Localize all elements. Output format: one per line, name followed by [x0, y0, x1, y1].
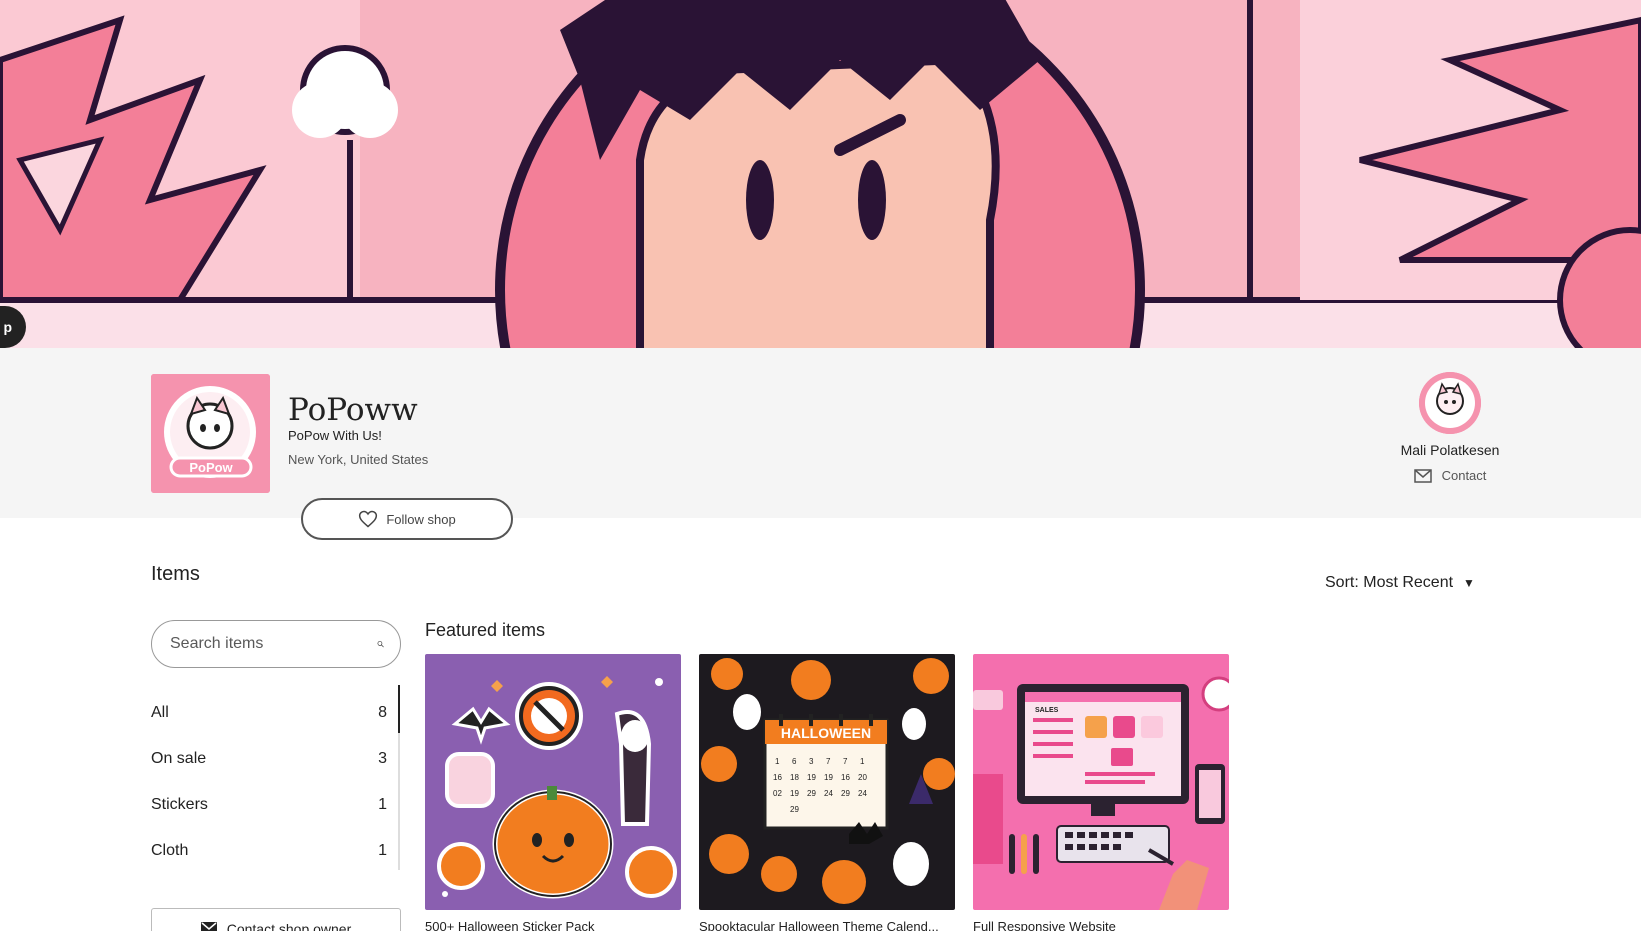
- calendar-title: HALLOWEEN: [781, 725, 871, 741]
- svg-text:02: 02: [773, 789, 782, 798]
- category-count: 8: [378, 704, 387, 721]
- svg-text:6: 6: [792, 757, 797, 766]
- search-items-field[interactable]: [151, 620, 401, 668]
- svg-text:29: 29: [790, 805, 799, 814]
- screen-label: SALES: [1035, 707, 1059, 714]
- shop-logo[interactable]: PoPow: [151, 374, 270, 493]
- svg-text:24: 24: [858, 789, 867, 798]
- svg-text:29: 29: [807, 789, 816, 798]
- shop-tagline: PoPow With Us!: [288, 428, 382, 443]
- category-label: On sale: [151, 750, 207, 767]
- svg-text:1: 1: [860, 757, 865, 766]
- owner-name: Mali Polatkesen: [1400, 442, 1500, 458]
- heart-icon: [359, 510, 378, 528]
- svg-text:19: 19: [807, 773, 816, 782]
- svg-text:24: 24: [824, 789, 833, 798]
- item-title[interactable]: Spooktacular Halloween Theme Calend...: [699, 919, 955, 931]
- category-on-sale[interactable]: On sale 3: [151, 736, 401, 782]
- featured-item-card[interactable]: HALLOWEEN 163771 16 18 19 19 16 20 02 19 29 24 29…: [699, 654, 955, 931]
- responsive-website-image: SALES: [973, 654, 1229, 910]
- item-thumbnail[interactable]: HALLOWEEN 163771 16 18 19 19 16 20 02 19 29 24 29…: [699, 654, 955, 910]
- search-icon[interactable]: [377, 632, 384, 656]
- sticker-pack-image: [425, 654, 681, 910]
- owner-avatar-image: [1419, 372, 1481, 434]
- search-input[interactable]: [170, 635, 377, 653]
- category-label: Stickers: [151, 796, 208, 813]
- svg-text:19: 19: [790, 789, 799, 798]
- contact-shop-owner-label: Contact shop owner: [226, 921, 352, 931]
- shop-location: New York, United States: [288, 452, 429, 467]
- category-label: Cloth: [151, 842, 189, 859]
- halloween-calendar-image: HALLOWEEN 163771 16 18 19 19 16 20 02 19 29 24 29…: [699, 654, 955, 910]
- svg-text:19: 19: [824, 773, 833, 782]
- sort-dropdown[interactable]: Sort: Most Recent ▼: [1325, 574, 1475, 592]
- follow-shop-label: Follow shop: [386, 511, 456, 527]
- category-count: 3: [378, 750, 387, 767]
- contact-shop-owner-button[interactable]: Contact shop owner: [151, 908, 401, 931]
- featured-items-heading: Featured items: [425, 620, 546, 640]
- avatar[interactable]: [1419, 372, 1481, 434]
- svg-text:18: 18: [790, 773, 799, 782]
- mail-icon: [1413, 468, 1432, 483]
- shop-logo-text: PoPow: [189, 460, 233, 475]
- category-count: 1: [378, 842, 387, 859]
- svg-text:3: 3: [809, 757, 814, 766]
- category-all[interactable]: All 8: [151, 690, 401, 736]
- svg-text:20: 20: [858, 773, 867, 782]
- banner-illustration: [0, 0, 1641, 348]
- shop-owner: Mali Polatkesen Contact: [1380, 372, 1520, 483]
- items-heading: Items: [151, 563, 200, 585]
- category-label: All: [151, 704, 169, 721]
- category-cloth[interactable]: Cloth 1: [151, 828, 401, 874]
- featured-item-card[interactable]: 500+ Halloween Sticker Pack: [425, 654, 681, 931]
- item-thumbnail[interactable]: SALES: [973, 654, 1229, 910]
- shop-logo-image: PoPow: [151, 374, 270, 493]
- category-stickers[interactable]: Stickers 1: [151, 782, 401, 828]
- contact-owner-link[interactable]: Contact: [1380, 468, 1520, 483]
- category-count: 1: [378, 796, 387, 813]
- shop-banner: p: [0, 0, 1641, 348]
- item-thumbnail[interactable]: [425, 654, 681, 910]
- caret-down-icon: ▼: [1463, 576, 1475, 590]
- contact-label: Contact: [1441, 468, 1487, 483]
- category-list: All 8 On sale 3 Stickers 1 Cloth 1: [151, 690, 401, 874]
- svg-text:7: 7: [843, 757, 848, 766]
- svg-text:16: 16: [841, 773, 850, 782]
- envelope-icon: [200, 922, 217, 931]
- featured-item-card[interactable]: SALES Full Responsive Website: [973, 654, 1229, 931]
- svg-text:29: 29: [841, 789, 850, 798]
- svg-text:16: 16: [773, 773, 782, 782]
- shop-name: PoPoww: [288, 392, 418, 428]
- svg-text:1: 1: [775, 757, 780, 766]
- sort-label: Sort: Most Recent: [1325, 574, 1454, 591]
- item-title[interactable]: Full Responsive Website: [973, 919, 1229, 931]
- item-title[interactable]: 500+ Halloween Sticker Pack: [425, 919, 681, 931]
- follow-shop-button[interactable]: Follow shop: [301, 498, 513, 540]
- svg-text:7: 7: [826, 757, 831, 766]
